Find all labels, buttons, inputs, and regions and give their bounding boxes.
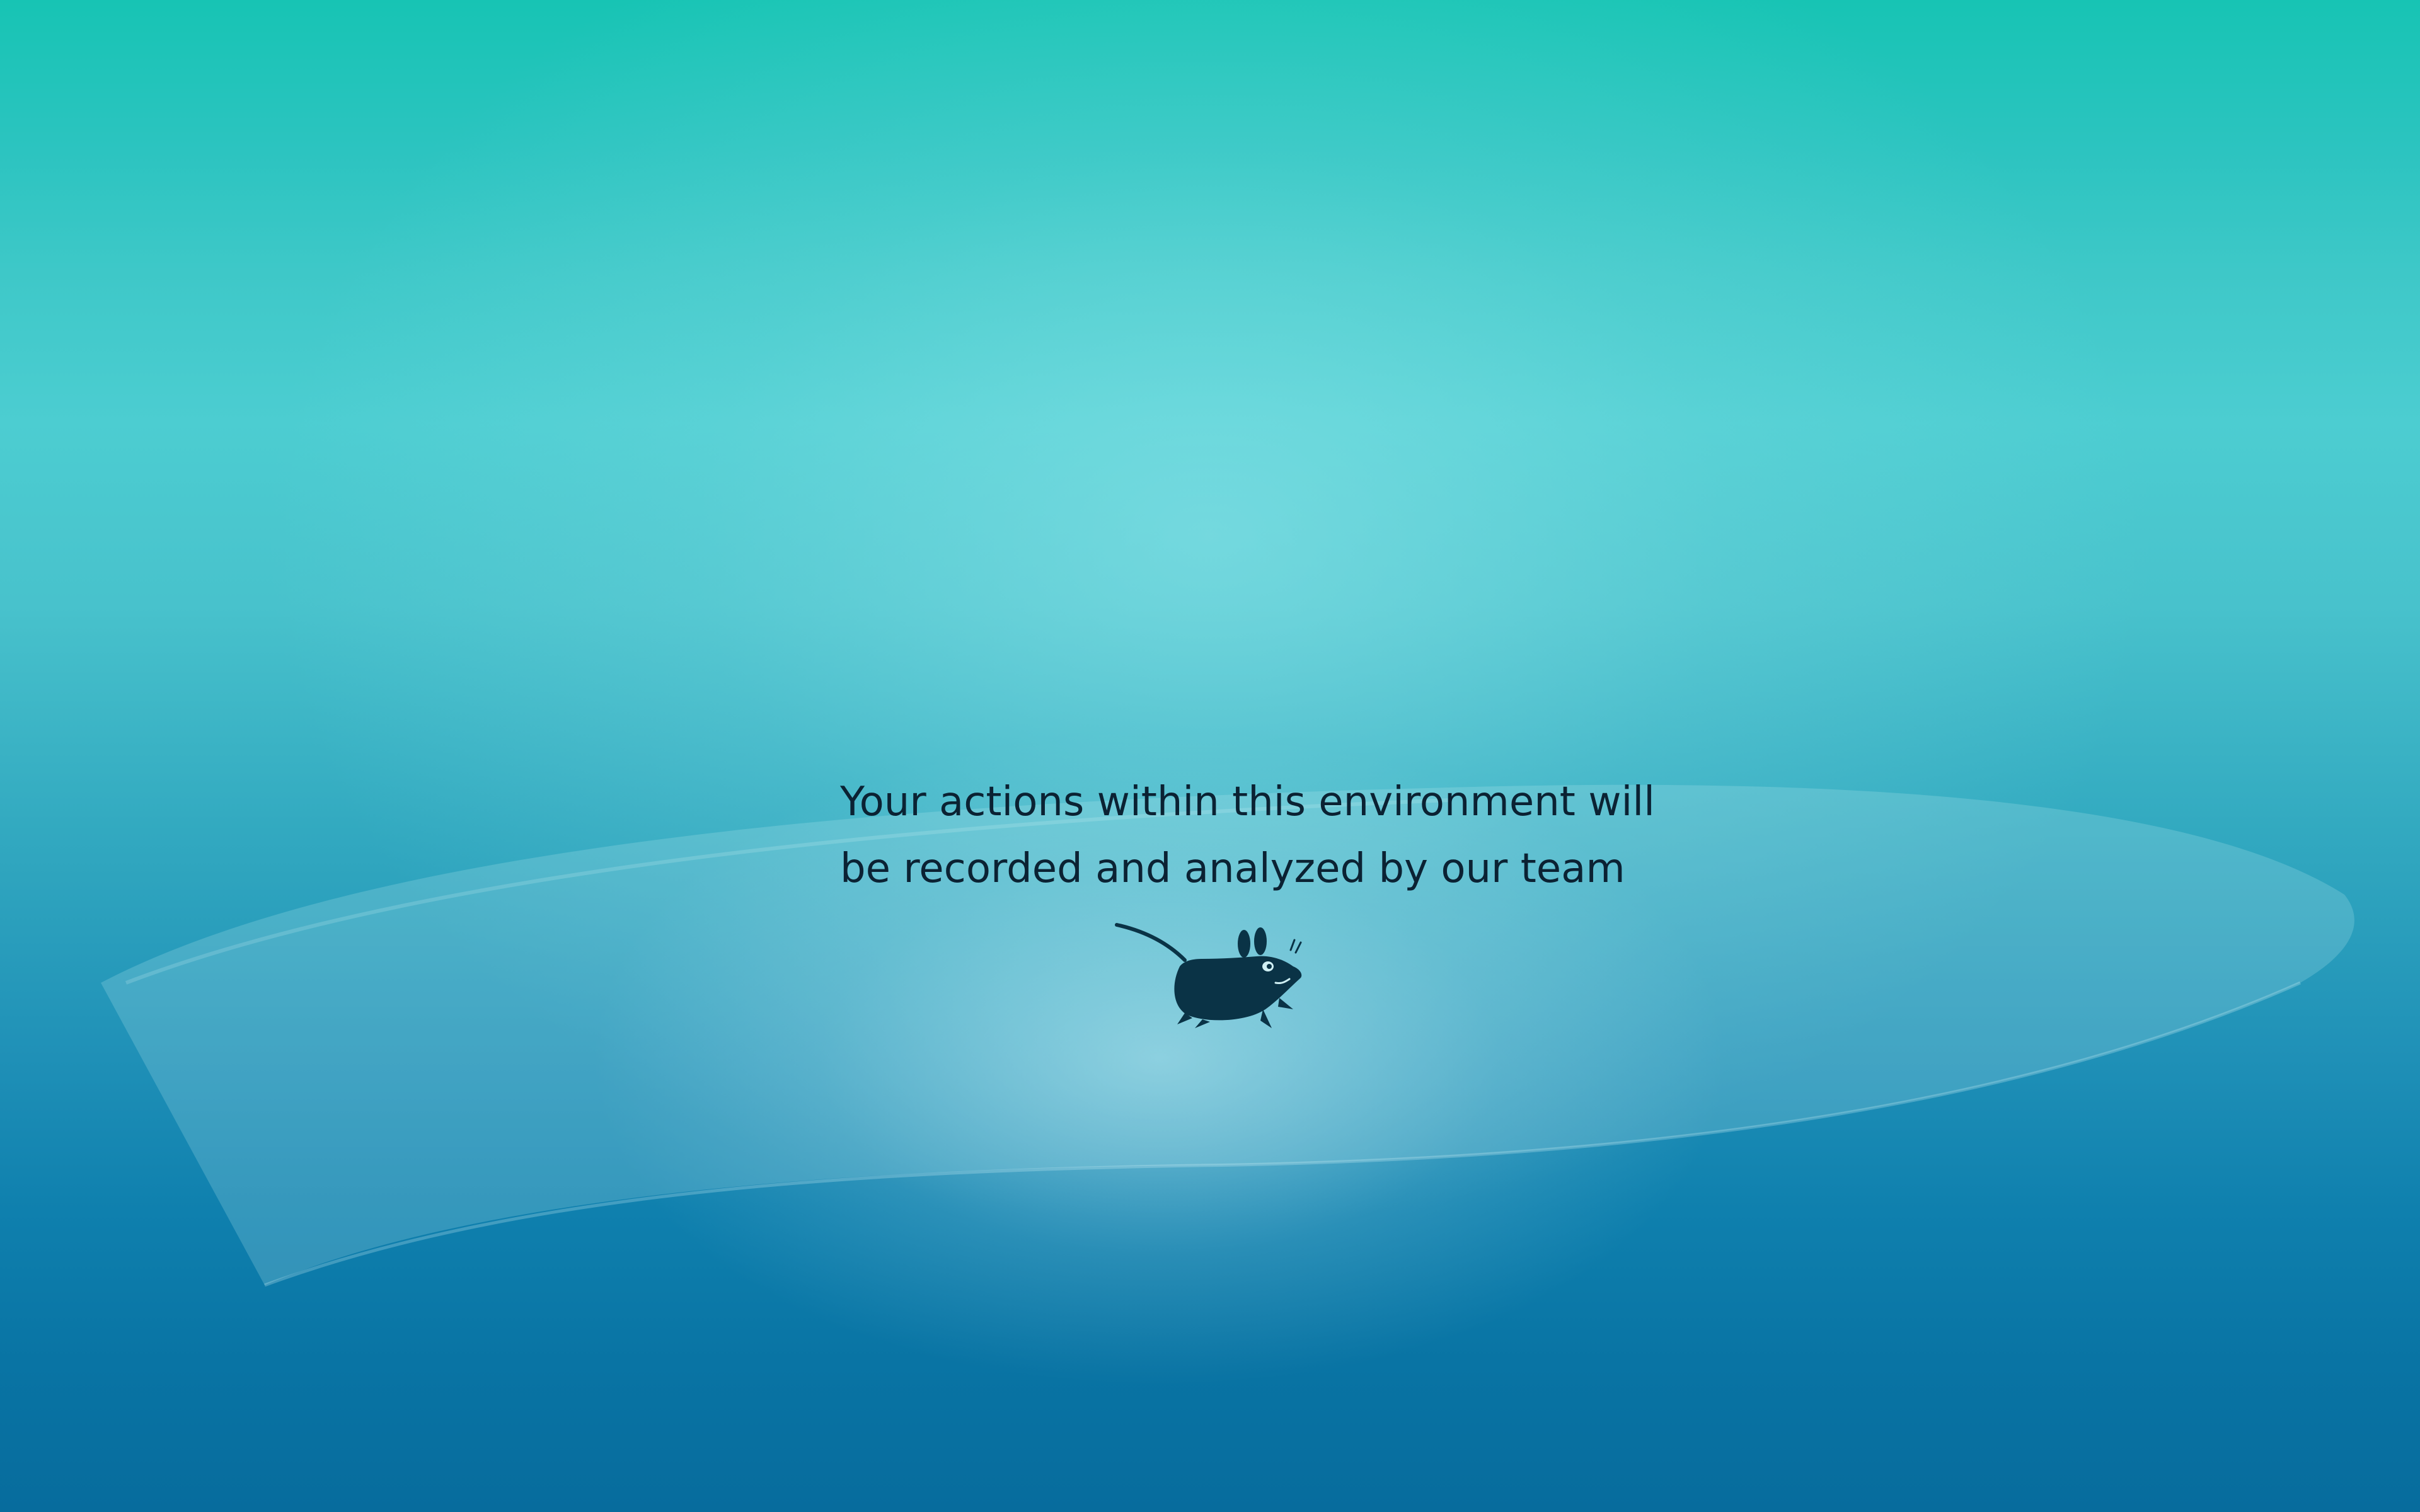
notice-line-1: Your actions within this environment wil…	[840, 779, 1655, 825]
wallpaper-wave	[101, 784, 2354, 1287]
xfce-mouse-icon	[1115, 923, 1302, 1028]
desktop-notice-text: Your actions within this environment wil…	[840, 769, 1685, 902]
notice-line-2: be recorded and analyzed by our team	[840, 845, 1625, 892]
desktop-background: Your actions within this environment wil…	[0, 0, 2420, 1512]
